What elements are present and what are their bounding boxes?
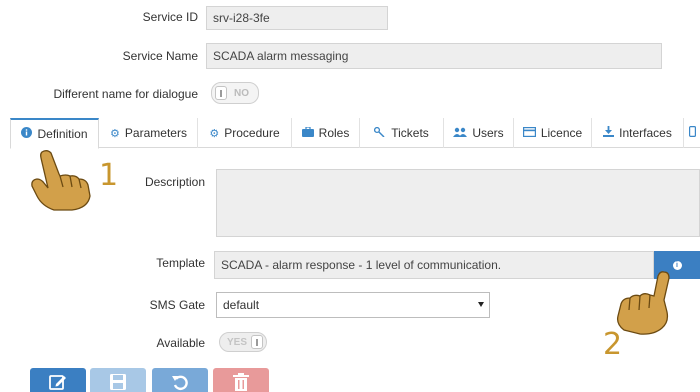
- tab-users[interactable]: Users: [444, 118, 514, 148]
- tab-parameters[interactable]: ⚙ Parameters: [100, 118, 198, 148]
- sms-gate-label: SMS Gate: [149, 298, 205, 312]
- sms-gate-select[interactable]: default: [216, 292, 490, 318]
- tab-label: Procedure: [224, 126, 280, 140]
- info-icon: [21, 127, 33, 141]
- gear-icon: ⚙: [110, 127, 120, 140]
- tab-definition[interactable]: Definition: [10, 118, 99, 149]
- card-icon: [522, 126, 536, 140]
- sms-gate-value: default: [223, 298, 260, 312]
- service-name-field[interactable]: SCADA alarm messaging: [206, 43, 662, 69]
- cogs-icon: ⚙: [209, 127, 220, 140]
- floppy-icon: [109, 373, 127, 392]
- trash-icon: [233, 372, 249, 392]
- download-icon: [603, 126, 615, 140]
- tab-roles[interactable]: Roles: [292, 118, 360, 148]
- save-button[interactable]: [90, 368, 146, 392]
- chevron-down-icon: [478, 302, 484, 307]
- tab-label: Licence: [540, 126, 583, 140]
- step-number-1: 1: [99, 158, 119, 193]
- tab-label: Interfaces: [619, 126, 672, 140]
- undo-icon: [171, 373, 189, 392]
- available-toggle[interactable]: YES: [219, 332, 267, 352]
- toggle-knob: [215, 86, 227, 100]
- description-field[interactable]: [216, 169, 700, 237]
- tab-bar: Definition ⚙ Parameters ⚙ Procedure Role…: [10, 118, 700, 149]
- pointing-hand-icon: [612, 268, 676, 336]
- tab-interfaces[interactable]: Interfaces: [592, 118, 684, 148]
- tab-procedure[interactable]: ⚙ Procedure: [198, 118, 292, 148]
- service-id-field[interactable]: srv-i28-3fe: [206, 6, 388, 30]
- tab-tickets[interactable]: Tickets: [360, 118, 444, 148]
- users-icon: [453, 127, 468, 140]
- tab-label: Definition: [37, 127, 88, 141]
- template-label: Template: [156, 256, 205, 270]
- toggle-state: YES: [227, 336, 248, 348]
- step-number-2: 2: [603, 327, 623, 362]
- service-name-label: Service Name: [122, 49, 198, 63]
- delete-button[interactable]: [213, 368, 269, 392]
- tab-more[interactable]: [684, 118, 700, 148]
- key-icon: [374, 126, 386, 140]
- toggle-state: NO: [234, 87, 249, 99]
- tab-licence[interactable]: Licence: [514, 118, 592, 148]
- pointing-hand-icon: [28, 146, 98, 212]
- available-label: Available: [156, 336, 205, 350]
- tab-label: Parameters: [124, 126, 187, 140]
- reset-button[interactable]: [152, 368, 208, 392]
- edit-icon: [49, 373, 67, 392]
- service-id-label: Service ID: [142, 10, 198, 24]
- edit-button[interactable]: [30, 368, 86, 392]
- mobile-icon: [688, 126, 696, 140]
- tab-label: Roles: [318, 126, 350, 140]
- tab-label: Users: [472, 126, 504, 140]
- tab-label: Tickets: [391, 126, 429, 140]
- different-name-toggle[interactable]: NO: [211, 82, 259, 104]
- briefcase-icon: [301, 125, 314, 140]
- different-name-label: Different name for dialogue: [53, 87, 198, 101]
- template-field[interactable]: SCADA - alarm response - 1 level of comm…: [214, 251, 654, 279]
- toggle-knob: [251, 335, 264, 349]
